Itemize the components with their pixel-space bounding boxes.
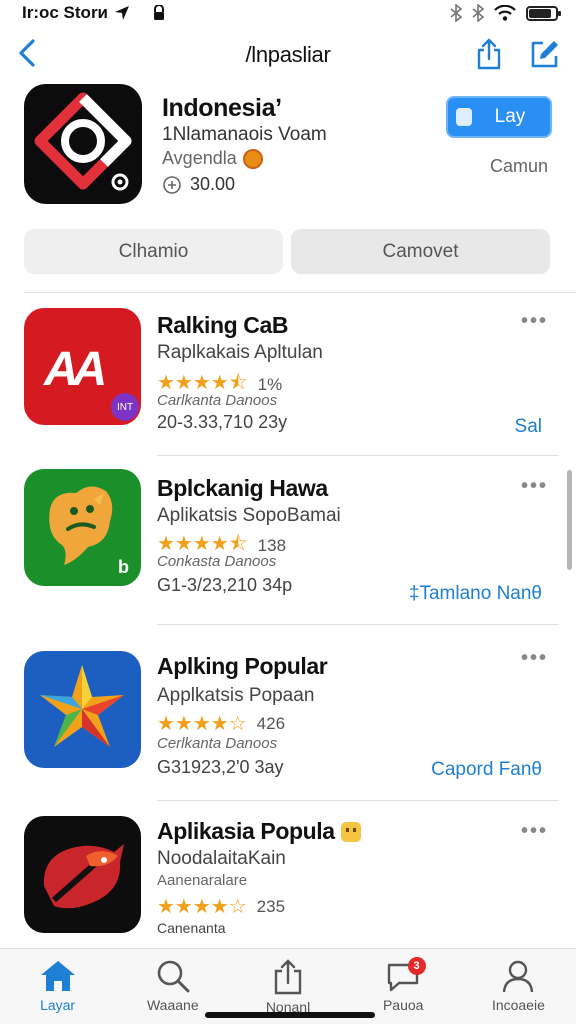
app-title: Aplikasia Popula	[157, 818, 361, 845]
get-button[interactable]: Lay	[446, 96, 552, 138]
app-icon-badge-text: INT	[116, 401, 134, 413]
app-rating: ★★★★☆ 235	[157, 894, 285, 919]
featured-app-subtitle: 1Nlamanaois Voam	[162, 124, 327, 145]
app-action-button[interactable]: ‡Tamlano Nanθ	[409, 583, 542, 605]
featured-side-label: Camun	[489, 156, 548, 176]
camera-logo-icon	[34, 92, 132, 191]
tab-layar[interactable]: Layar	[0, 949, 115, 1024]
app-icon-black[interactable]	[24, 816, 141, 933]
tab-label: Layar	[40, 997, 76, 1013]
app-subtitle: Applkatsis Popaan	[157, 685, 315, 706]
featured-app-icon[interactable]	[24, 84, 142, 204]
app-meta: 20-3.33,710 23y	[157, 412, 288, 432]
notification-badge: 3	[407, 957, 426, 975]
app-category: Conkasta Danoos	[157, 553, 277, 570]
lock-icon	[154, 5, 165, 20]
app-rating: ★★★★☆ 426	[157, 711, 285, 736]
person-icon	[503, 960, 534, 993]
app-action-button[interactable]: Sal	[515, 416, 542, 438]
tab-label: Pauoa	[382, 997, 424, 1013]
more-options-button[interactable]: •••	[521, 310, 548, 333]
app-meta: G31923,2'0 3ay	[157, 757, 284, 777]
divider	[24, 292, 576, 293]
share-button[interactable]	[472, 36, 506, 72]
segment-right[interactable]: Camovet	[291, 229, 550, 274]
app-title-text: Aplikasia Popula	[157, 818, 335, 844]
app-category: Carlkanta Danoos	[157, 392, 278, 409]
basketball-icon	[242, 148, 263, 169]
rating-circle-icon	[163, 175, 181, 194]
search-icon	[157, 960, 190, 993]
featured-app-rating: 30.00	[162, 174, 235, 195]
location-icon	[115, 6, 130, 20]
app-meta: Canenanta	[157, 920, 226, 936]
app-icon-red[interactable]: AA INT	[24, 308, 141, 425]
featured-app: Indonesiaʼ 1Nlamanaois Voam Avgendla 30.…	[0, 82, 576, 212]
rating-count: 235	[256, 896, 286, 916]
share-icon	[477, 38, 501, 70]
home-indicator[interactable]	[205, 1012, 375, 1018]
featured-app-title: Indonesiaʼ	[162, 94, 282, 122]
bluetooth-icon	[450, 4, 462, 22]
divider	[157, 624, 559, 625]
app-category: Aanenaralare	[157, 872, 248, 889]
featured-category-label: Avgendla	[162, 148, 237, 168]
tab-incoaeie[interactable]: Incoaeie	[461, 949, 576, 1024]
navigation-bar: /lnpasliar	[0, 30, 576, 78]
toggle-knob-icon	[456, 108, 472, 126]
more-options-button[interactable]: •••	[521, 820, 548, 843]
app-subtitle: Aplikatsis SopoBamai	[157, 505, 341, 526]
app-subtitle: Raplkakais Apltulan	[157, 342, 323, 363]
star-burst-icon	[40, 665, 124, 747]
bird-logo-icon	[43, 844, 124, 909]
emoji-icon	[340, 821, 361, 842]
compose-button[interactable]	[528, 36, 562, 72]
list-item[interactable]: Aplking Popular Applkatsis Popaan ★★★★☆ …	[0, 647, 576, 791]
star-rating-icon: ★★★★☆	[157, 713, 247, 735]
divider	[157, 800, 559, 801]
scrollbar[interactable]	[567, 470, 572, 570]
share-icon	[274, 959, 302, 995]
app-icon-badge: INT	[111, 393, 139, 421]
app-title: Aplking Popular	[157, 653, 328, 679]
app-action-button[interactable]: Capord Fanθ	[431, 759, 542, 781]
featured-rating-value: 30.00	[190, 174, 236, 194]
bluetooth-icon-2	[472, 4, 484, 22]
list-item[interactable]: AA INT Ralking CaB Raplkakais Apltulan ★…	[0, 308, 576, 448]
app-title: Ralking CaB	[157, 312, 289, 338]
tab-label: Incoaeie	[491, 997, 545, 1013]
featured-app-category: Avgendla	[162, 148, 263, 169]
get-button-label: Lay	[494, 106, 526, 127]
app-icon-green[interactable]: b	[24, 469, 141, 586]
compose-icon	[531, 41, 558, 68]
wifi-icon	[494, 5, 516, 21]
home-icon	[40, 961, 75, 991]
app-category: Cerlkanta Danoos	[157, 735, 278, 752]
segment-left[interactable]: Clhamio	[24, 229, 283, 274]
star-rating-icon: ★★★★☆	[157, 896, 247, 918]
more-options-button[interactable]: •••	[521, 475, 548, 498]
status-bar: Ir:oc Storи	[0, 0, 576, 26]
more-options-button[interactable]: •••	[521, 647, 548, 670]
rating-count: 426	[256, 713, 286, 733]
app-icon-blue[interactable]	[24, 651, 141, 768]
app-icon-text: b	[118, 557, 129, 577]
battery-icon	[526, 5, 561, 21]
app-subtitle: NoodalaitaKain	[157, 848, 286, 869]
tab-label: Waaane	[146, 997, 199, 1013]
list-item[interactable]: Aplikasia Popula NoodalaitaKain Aanenara…	[0, 816, 576, 946]
carrier-label: Ir:oc Storи	[22, 3, 109, 22]
app-icon-text: AA	[44, 343, 107, 396]
app-title: Bplckanig Hawa	[157, 475, 328, 501]
list-item[interactable]: b Bplckanig Hawa Aplikatsis SopoBamai ★★…	[0, 469, 576, 609]
app-meta: G1-3/23,210 34p	[157, 575, 293, 595]
segmented-control: Clhamio Camovet	[24, 229, 550, 274]
divider	[157, 455, 559, 456]
